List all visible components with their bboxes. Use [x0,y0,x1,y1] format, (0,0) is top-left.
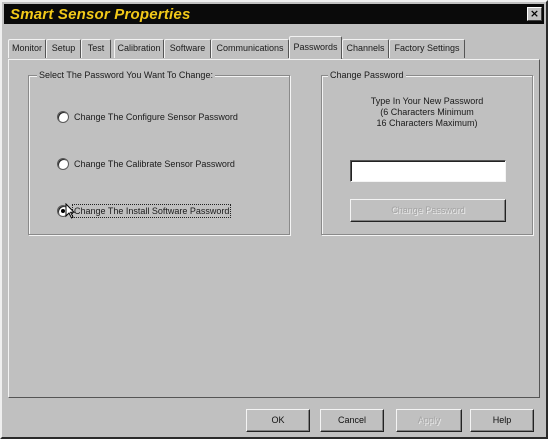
tab-communications[interactable]: Communications [211,39,289,58]
ok-button[interactable]: OK [246,409,310,432]
tab-setup[interactable]: Setup [46,39,81,58]
select-password-legend: Select The Password You Want To Change: [37,70,215,80]
change-password-legend: Change Password [328,70,406,80]
tab-channels[interactable]: Channels [342,39,389,58]
radio-configure-label[interactable]: Change The Configure Sensor Password [74,112,238,122]
tab-monitor[interactable]: Monitor [8,39,46,58]
title-bar[interactable]: Smart Sensor Properties × [4,4,544,24]
mouse-pointer-icon [65,203,75,219]
change-password-button[interactable]: Change Password [350,199,506,222]
new-password-input[interactable] [350,160,506,182]
change-password-group: Change Password Type In Your New Passwor… [321,70,533,235]
window-title: Smart Sensor Properties [10,6,191,23]
radio-calibrate-label[interactable]: Change The Calibrate Sensor Password [74,159,235,169]
apply-button[interactable]: Apply [396,409,462,432]
tab-calibration[interactable]: Calibration [114,39,164,58]
password-instructions: Type In Your New Password (6 Characters … [322,96,532,129]
properties-window: Smart Sensor Properties × Monitor Setup … [0,0,548,439]
close-icon: × [529,7,540,20]
cancel-button[interactable]: Cancel [320,409,384,432]
radio-configure[interactable]: Change The Configure Sensor Password [57,109,238,125]
help-button[interactable]: Help [470,409,534,432]
close-button[interactable]: × [527,7,542,21]
instruction-line-2: (6 Characters Minimum [380,107,474,117]
radio-install-software-label[interactable]: Change The Install Software Password [71,204,232,218]
tab-factory-settings[interactable]: Factory Settings [389,39,465,58]
instruction-line-1: Type In Your New Password [370,96,484,106]
radio-install-software[interactable]: Change The Install Software Password [57,203,232,219]
radio-configure-button[interactable] [57,111,69,123]
tab-software[interactable]: Software [164,39,211,58]
select-password-group: Select The Password You Want To Change: … [28,70,290,235]
tab-test[interactable]: Test [81,39,111,58]
instruction-line-3: 16 Characters Maximum) [376,118,478,128]
radio-calibrate-button[interactable] [57,158,69,170]
tab-passwords[interactable]: Passwords [289,36,342,59]
radio-calibrate[interactable]: Change The Calibrate Sensor Password [57,156,235,172]
passwords-panel: Select The Password You Want To Change: … [8,59,540,398]
